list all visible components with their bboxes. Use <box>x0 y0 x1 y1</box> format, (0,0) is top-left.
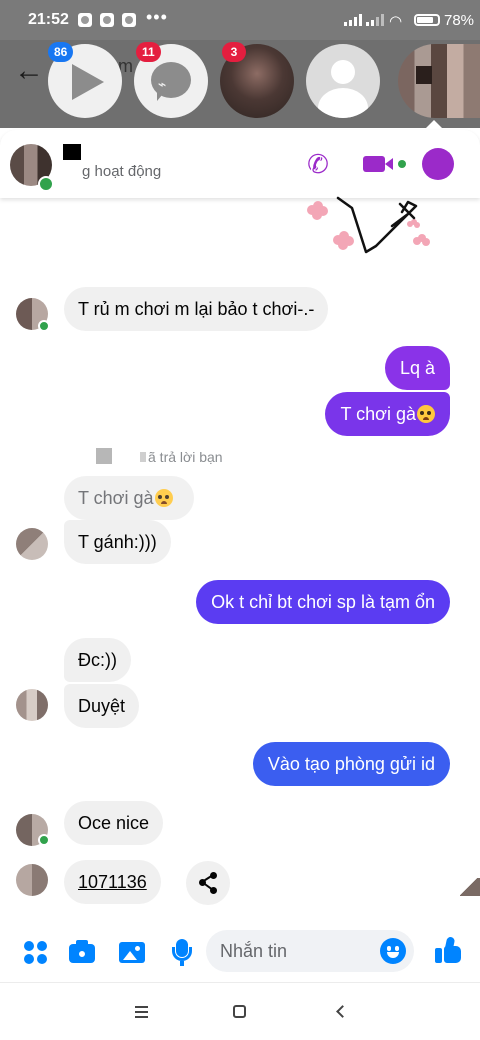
share-icon[interactable] <box>186 861 230 905</box>
status-bar: 21:52 ••• ◠ 78% <box>0 0 480 40</box>
chat-head-default-user[interactable] <box>306 44 380 118</box>
incoming-message[interactable]: Đc:)) <box>64 638 131 682</box>
incoming-message[interactable]: Duyệt <box>64 684 140 728</box>
incoming-message[interactable]: Oce nice <box>64 801 164 845</box>
sender-avatar[interactable] <box>16 689 48 721</box>
sticker-image <box>307 196 430 254</box>
reply-label: ã trả lời bạn <box>148 449 223 465</box>
unread-badge: 86 <box>48 42 74 62</box>
emoji-icon[interactable] <box>380 938 406 964</box>
gallery-icon[interactable] <box>118 938 146 966</box>
incoming-message-link[interactable]: 1071136 <box>64 860 161 904</box>
back-arrow-icon[interactable]: ← <box>14 54 44 88</box>
messenger-bolt: ⌁ <box>158 76 167 92</box>
microphone-icon[interactable] <box>168 938 196 966</box>
messenger-icon <box>151 62 191 101</box>
signal-icon <box>366 14 384 26</box>
active-head-pointer <box>424 120 444 130</box>
notification-icon <box>122 13 136 27</box>
outgoing-message-text: T chơi gà <box>340 404 416 424</box>
contact-avatar[interactable] <box>10 144 54 192</box>
incoming-message[interactable]: T gánh:))) <box>64 520 171 564</box>
more-notifications-icon: ••• <box>146 7 168 27</box>
redacted-name <box>63 144 81 160</box>
online-indicator <box>38 320 50 332</box>
recent-apps-icon[interactable] <box>128 999 156 1025</box>
info-icon[interactable]: i <box>422 148 454 180</box>
quoted-text: T chơi gà <box>78 488 154 508</box>
more-actions-icon[interactable] <box>22 938 50 966</box>
chat-head-messenger[interactable]: ⌁ 11 <box>134 42 208 118</box>
notification-icon <box>100 13 114 27</box>
conversation-header: g hoạt động ✆ i <box>0 130 480 198</box>
chat-head-photo[interactable]: 3 <box>220 42 294 118</box>
signal-icon <box>344 14 362 26</box>
battery-percent: 78% <box>444 12 475 29</box>
chat-head-active[interactable] <box>398 44 480 118</box>
phone-icon[interactable]: ✆ <box>302 148 334 180</box>
quoted-message[interactable]: T chơi gà <box>64 476 194 520</box>
redacted-avatar <box>96 448 112 464</box>
outgoing-message[interactable]: Vào tạo phòng gửi id <box>252 742 450 786</box>
pleading-face-emoji <box>154 489 173 507</box>
thumbs-up-icon[interactable] <box>434 936 462 964</box>
sender-avatar[interactable] <box>16 864 48 896</box>
battery-icon <box>414 14 440 26</box>
redacted-name <box>140 452 146 462</box>
chat-head-play[interactable]: 86 <box>48 42 122 118</box>
status-time: 21:52 <box>28 11 69 28</box>
incoming-message[interactable]: T rủ m chơi m lại bảo t chơi-.- <box>64 287 329 331</box>
video-camera-icon[interactable] <box>360 148 406 180</box>
system-nav-bar <box>0 982 480 1040</box>
pleading-face-emoji <box>417 405 435 423</box>
online-indicator <box>38 834 50 846</box>
reply-indicator: ã trả lời bạn <box>96 448 223 465</box>
chat-heads-bar: ← m 86 ⌁ 11 3 <box>0 40 480 128</box>
unread-badge: 3 <box>222 42 246 62</box>
outgoing-message[interactable]: Lq à <box>384 346 450 390</box>
active-status: g hoạt động <box>82 163 162 180</box>
outgoing-message[interactable]: T chơi gà <box>325 392 450 436</box>
notification-icon <box>78 13 92 27</box>
user-silhouette-body <box>318 88 368 118</box>
share-lines <box>201 874 214 891</box>
home-icon[interactable] <box>226 999 254 1025</box>
sender-avatar[interactable] <box>16 528 48 560</box>
seen-avatar <box>460 878 480 896</box>
user-silhouette-icon <box>331 60 355 84</box>
wifi-icon: ◠ <box>389 13 403 30</box>
unread-badge: 11 <box>136 42 161 62</box>
back-icon[interactable] <box>328 999 356 1025</box>
camera-icon[interactable] <box>68 938 96 966</box>
outgoing-message[interactable]: Ok t chỉ bt chơi sp là tạm ổn <box>196 580 450 624</box>
